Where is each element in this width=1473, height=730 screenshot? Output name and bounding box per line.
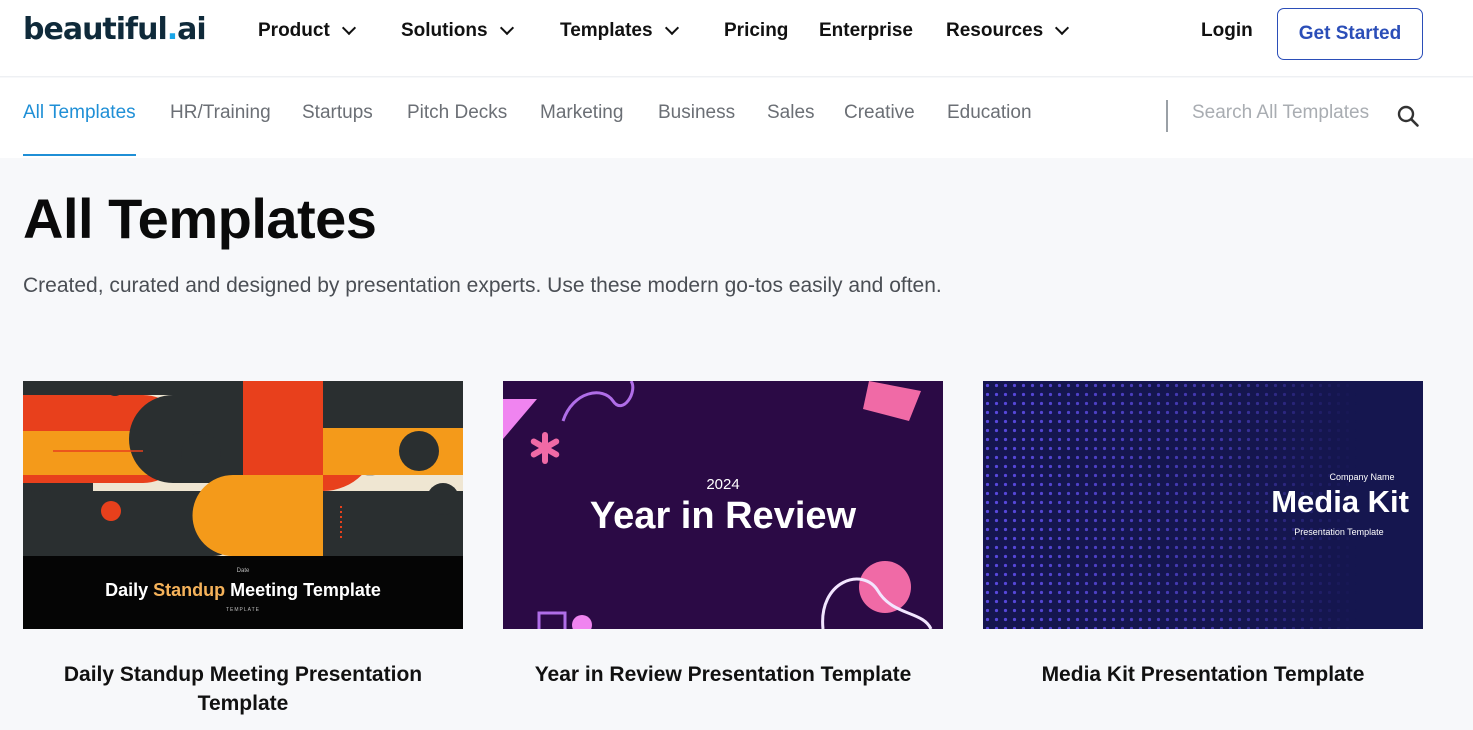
thumbnail-date: Date <box>236 568 250 574</box>
tab-business[interactable]: Business <box>658 102 735 156</box>
tab-all-templates[interactable]: All Templates <box>23 102 136 156</box>
tab-sales[interactable]: Sales <box>767 102 815 156</box>
logo-suffix-text: ai <box>177 12 207 47</box>
template-thumbnail[interactable]: Date Daily Standup Meeting Template TEMP… <box>23 381 463 629</box>
nav-solutions[interactable]: Solutions <box>401 20 514 44</box>
card-title[interactable]: Media Kit Presentation Template <box>983 660 1423 689</box>
thumbnail-caption: Date Daily Standup Meeting Template TEMP… <box>23 556 463 629</box>
get-started-button[interactable]: Get Started <box>1277 8 1423 60</box>
template-thumbnail[interactable]: Company Name Media Kit Presentation Temp… <box>983 381 1423 629</box>
template-card-year-in-review[interactable]: 2024 Year in Review Year in Review Prese… <box>503 381 943 689</box>
logo-main-text: beautiful <box>23 12 168 47</box>
nav-solutions-label: Solutions <box>401 20 488 41</box>
search-divider <box>1166 100 1168 132</box>
thumbnail-title: Year in Review <box>589 495 857 537</box>
thumbnail-company-name: Company Name <box>1329 472 1395 482</box>
nav-resources-label: Resources <box>946 20 1044 41</box>
nav-templates-label: Templates <box>560 20 653 41</box>
tab-pitch-decks[interactable]: Pitch Decks <box>407 102 507 156</box>
page-title: All Templates <box>23 187 377 250</box>
chevron-down-icon <box>1055 20 1070 36</box>
login-link[interactable]: Login <box>1201 20 1253 42</box>
nav-pricing[interactable]: Pricing <box>724 20 788 44</box>
page-subtitle: Created, curated and designed by present… <box>23 274 942 297</box>
template-card-media-kit[interactable]: Company Name Media Kit Presentation Temp… <box>983 381 1423 689</box>
chevron-down-icon <box>341 20 356 36</box>
chevron-down-icon <box>664 20 679 36</box>
thumbnail-subtitle: Presentation Template <box>1294 527 1384 537</box>
nav-product[interactable]: Product <box>258 20 356 44</box>
logo-dot: . <box>166 12 178 47</box>
thumbnail-title-highlight: Standup <box>153 580 226 600</box>
nav-templates[interactable]: Templates <box>560 20 679 44</box>
tab-creative[interactable]: Creative <box>844 102 915 156</box>
tab-startups[interactable]: Startups <box>302 102 373 156</box>
nav-product-label: Product <box>258 20 330 41</box>
tab-education[interactable]: Education <box>947 102 1032 156</box>
abstract-shapes-art <box>23 381 463 556</box>
category-tabs: All Templates HR/Training Startups Pitch… <box>0 78 1473 158</box>
search-input[interactable] <box>1192 102 1382 124</box>
template-card-daily-standup[interactable]: Date Daily Standup Meeting Template TEMP… <box>23 381 463 718</box>
top-navbar: beautiful.ai Product Solutions Templates… <box>0 0 1473 77</box>
search-icon[interactable] <box>1396 104 1420 128</box>
tab-marketing[interactable]: Marketing <box>540 102 623 156</box>
card-title[interactable]: Year in Review Presentation Template <box>503 660 943 689</box>
nav-enterprise-label: Enterprise <box>819 20 913 41</box>
nav-pricing-label: Pricing <box>724 20 789 41</box>
thumbnail-title-post: Meeting Template <box>225 580 381 600</box>
thumbnail-title: Daily Standup Meeting Template <box>23 580 463 601</box>
tab-hr-training[interactable]: HR/Training <box>170 102 271 156</box>
template-thumbnail[interactable]: 2024 Year in Review <box>503 381 943 629</box>
thumbnail-title: Media Kit <box>1271 484 1409 519</box>
card-title[interactable]: Daily Standup Meeting Presentation Templ… <box>23 660 463 718</box>
nav-enterprise[interactable]: Enterprise <box>819 20 913 44</box>
chevron-down-icon <box>499 20 514 36</box>
thumbnail-title-pre: Daily <box>105 580 154 600</box>
nav-resources[interactable]: Resources <box>946 20 1070 44</box>
thumbnail-tag: TEMPLATE <box>225 607 261 613</box>
beautiful-ai-logo[interactable]: beautiful.ai <box>23 12 207 47</box>
thumbnail-year: 2024 <box>706 476 740 493</box>
